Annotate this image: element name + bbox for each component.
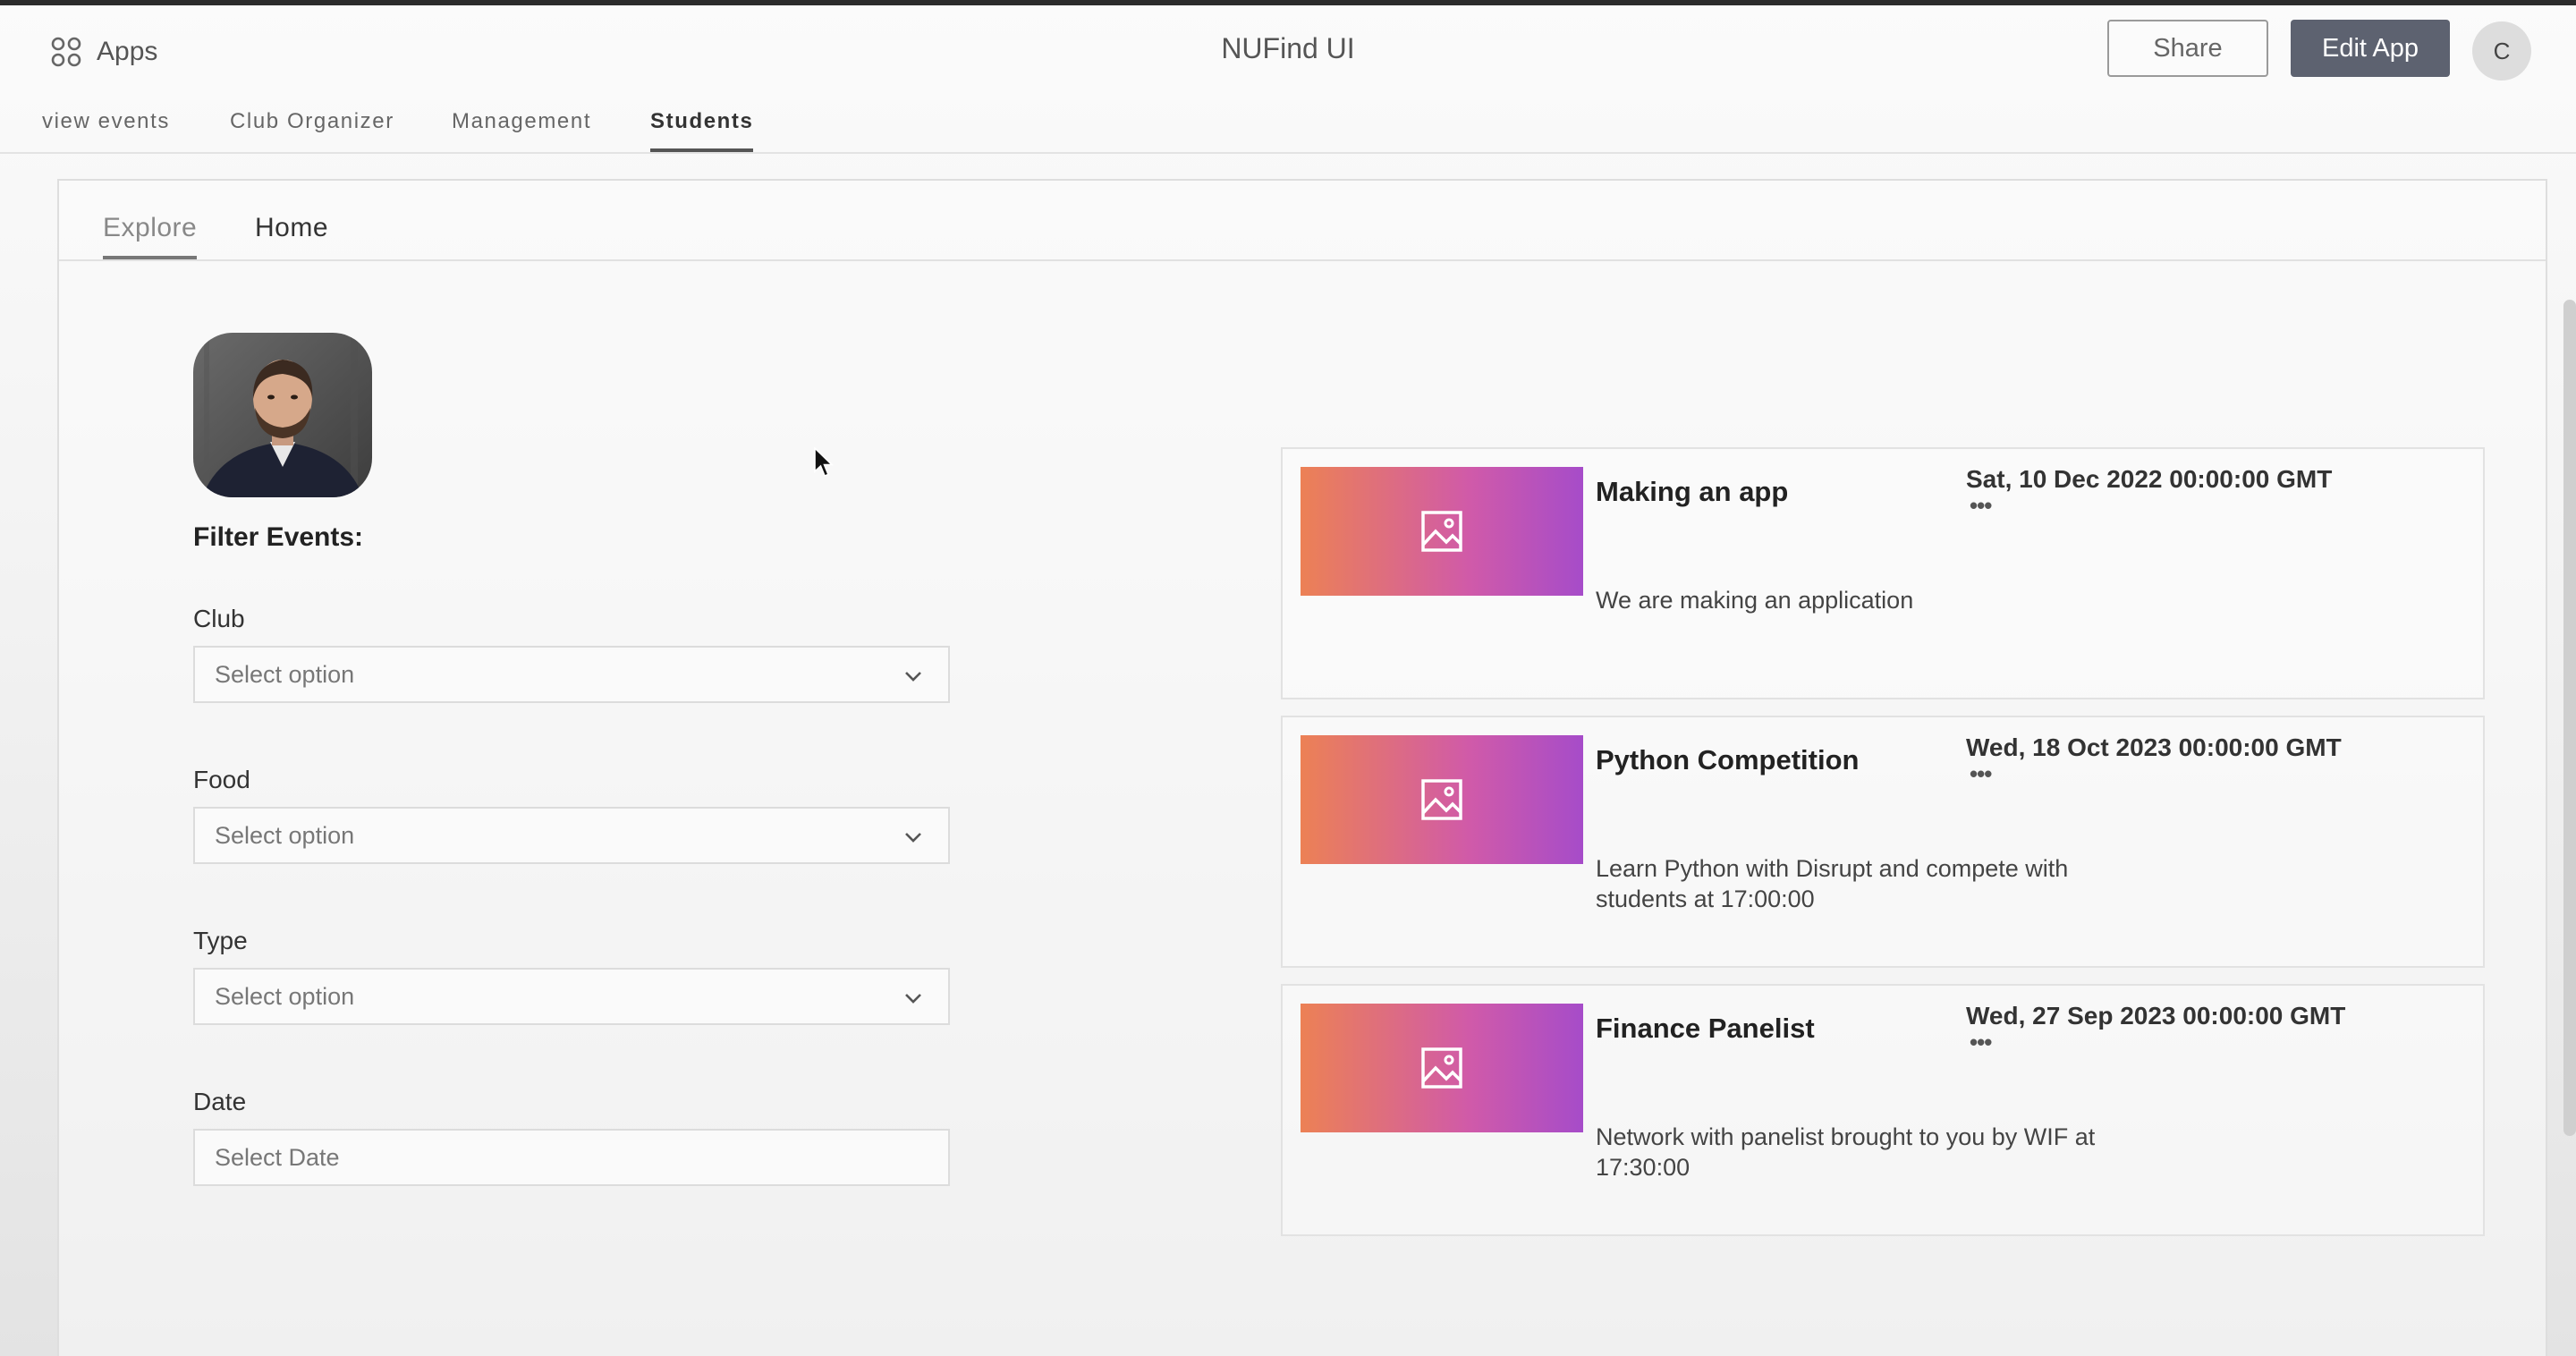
- tab-management[interactable]: Management: [452, 109, 591, 134]
- tab-club-organizer[interactable]: Club Organizer: [230, 109, 394, 134]
- club-select-value: Select option: [215, 660, 355, 688]
- type-select-value: Select option: [215, 982, 355, 1010]
- chevron-down-icon: [905, 672, 921, 682]
- tab-explore[interactable]: Explore: [103, 213, 198, 259]
- app-window: Apps NUFind UI Share Edit App C view eve…: [0, 0, 2576, 1356]
- image-placeholder-icon: [1421, 511, 1462, 552]
- tab-view-events[interactable]: view events: [42, 109, 170, 134]
- club-select[interactable]: Select option: [193, 646, 950, 703]
- apps-link[interactable]: Apps: [50, 32, 157, 72]
- event-thumbnail: [1301, 467, 1583, 596]
- event-card[interactable]: Python Competition Wed, 18 Oct 2023 00:0…: [1281, 716, 2485, 968]
- apps-label: Apps: [97, 37, 158, 66]
- food-select-value: Select option: [215, 821, 355, 849]
- event-thumbnail: [1301, 735, 1583, 864]
- mouse-pointer-icon: [814, 447, 834, 478]
- scrollbar-thumb[interactable]: [2563, 300, 2576, 1136]
- profile-photo: [193, 333, 372, 497]
- more-options-button[interactable]: •••: [1970, 1029, 1992, 1056]
- tab-home[interactable]: Home: [255, 213, 328, 243]
- type-label: Type: [193, 927, 248, 954]
- event-description: Learn Python with Disrupt and compete wi…: [1596, 855, 2069, 912]
- event-card[interactable]: Finance Panelist Wed, 27 Sep 2023 00:00:…: [1281, 984, 2485, 1236]
- date-input-placeholder: Select Date: [215, 1143, 340, 1171]
- club-label: Club: [193, 605, 245, 632]
- edit-app-button[interactable]: Edit App: [2291, 20, 2450, 77]
- page-tabs: view events Club Organizer Management St…: [0, 89, 2576, 154]
- image-placeholder-icon: [1421, 779, 1462, 820]
- event-card[interactable]: Making an app Sat, 10 Dec 2022 00:00:00 …: [1281, 447, 2485, 699]
- sub-tabs: Explore Home: [59, 181, 2546, 261]
- event-date: Wed, 27 Sep 2023 00:00:00 GMT: [1966, 1002, 2346, 1030]
- app-header: Apps NUFind UI Share Edit App C: [0, 5, 2576, 89]
- type-select[interactable]: Select option: [193, 968, 950, 1025]
- food-select[interactable]: Select option: [193, 807, 950, 864]
- event-date: Sat, 10 Dec 2022 00:00:00 GMT: [1966, 465, 2333, 493]
- chevron-down-icon: [905, 833, 921, 843]
- tab-students[interactable]: Students: [650, 109, 754, 152]
- event-description: We are making an application: [1596, 587, 1914, 614]
- date-input[interactable]: Select Date: [193, 1129, 950, 1186]
- share-button[interactable]: Share: [2107, 20, 2268, 77]
- more-options-button[interactable]: •••: [1970, 492, 1992, 520]
- more-options-button[interactable]: •••: [1970, 760, 1992, 788]
- event-title: Making an app: [1596, 476, 1789, 507]
- apps-grid-icon: [51, 37, 81, 67]
- event-date: Wed, 18 Oct 2023 00:00:00 GMT: [1966, 733, 2342, 761]
- chevron-down-icon: [905, 994, 921, 1004]
- filter-events-heading: Filter Events:: [193, 522, 364, 552]
- event-title: Finance Panelist: [1596, 1013, 1815, 1044]
- event-title: Python Competition: [1596, 744, 1860, 775]
- food-label: Food: [193, 766, 250, 793]
- event-thumbnail: [1301, 1004, 1583, 1132]
- event-description: Network with panelist brought to you by …: [1596, 1123, 2096, 1181]
- profile-photo-image: [193, 333, 372, 497]
- image-placeholder-icon: [1421, 1047, 1462, 1089]
- date-label: Date: [193, 1088, 247, 1115]
- user-avatar[interactable]: C: [2472, 21, 2531, 81]
